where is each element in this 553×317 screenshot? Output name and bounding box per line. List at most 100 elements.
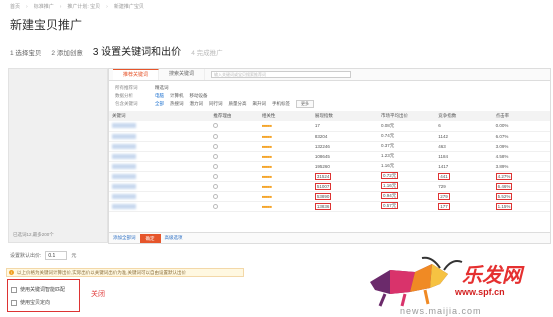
avg-bid-cell: 1.23元 bbox=[377, 151, 436, 162]
table-row[interactable]: ■■■■■ 53890 0.94元 279 5.52% bbox=[109, 191, 550, 202]
step-indicator: 1 选择宝贝 2 添加创意 3 设置关键词和出价 4 完成推广 bbox=[10, 43, 223, 58]
radio-icon bbox=[213, 123, 219, 129]
relevance-cell: ■■■■■ bbox=[258, 191, 312, 202]
ctr-cell: 3.89% bbox=[492, 161, 550, 172]
relevance-cell: ■■■■■ bbox=[258, 201, 312, 212]
smart-match-option[interactable]: 使用关键词智能匹配 bbox=[11, 283, 76, 296]
highlighted-value: 4.27% bbox=[495, 172, 513, 180]
breadcrumb-item[interactable]: 首页 bbox=[10, 3, 20, 10]
checkbox[interactable] bbox=[11, 286, 17, 293]
column-header-reason[interactable]: 推荐理由 bbox=[210, 111, 259, 121]
avg-bid-cell: 0.72元 bbox=[377, 171, 436, 182]
radio-icon bbox=[213, 163, 219, 169]
keyword-cell[interactable] bbox=[109, 181, 211, 192]
relevance-stars-icon: ■■■■■ bbox=[261, 203, 272, 209]
reason-cell bbox=[210, 131, 259, 142]
keyword-cell[interactable] bbox=[109, 191, 211, 202]
site-watermark: 乐发网 www.spf.cn news.maijia.com bbox=[360, 252, 553, 317]
avg-bid-cell: 0.37元 bbox=[377, 141, 436, 152]
warning-icon: ! bbox=[9, 270, 14, 275]
filter-label: 数据分析 bbox=[115, 93, 133, 98]
table-header-row: 关键词 推荐理由 相关性 展现指数 市场平均出价 竞争指数 点击率 bbox=[109, 111, 550, 121]
table-row[interactable]: ■■■■■ 83204 0.74元 1142 6.07% bbox=[109, 131, 550, 142]
column-header-relevance[interactable]: 相关性 bbox=[259, 111, 312, 121]
filter-option[interactable]: 同行词 bbox=[209, 101, 223, 107]
breadcrumb-item[interactable]: 标准推广 bbox=[26, 3, 54, 10]
filter-row: 包含关键词 全部 热搜词 潜力词 同行词 质量分高 飙升词 手机标签 更多 bbox=[115, 100, 544, 108]
tab-search-keywords[interactable]: 搜索关键词 bbox=[159, 69, 206, 80]
filter-option[interactable]: 计算机 bbox=[170, 93, 184, 99]
competition-cell: 463 bbox=[435, 141, 493, 152]
impressions-cell: 108645 bbox=[311, 151, 378, 162]
item-targeting-option[interactable]: 使用宝贝定向 bbox=[11, 296, 76, 309]
highlighted-value: 0.72元 bbox=[380, 172, 399, 179]
competition-cell: 1142 bbox=[435, 131, 493, 142]
table-row[interactable]: ■■■■■ 31524 0.72元 441 4.27% bbox=[109, 171, 550, 182]
relevance-cell: ■■■■■ bbox=[258, 161, 312, 172]
column-header-ctr[interactable]: 点击率 bbox=[493, 111, 550, 121]
blurred-keyword bbox=[112, 153, 136, 159]
filter-option[interactable]: 移动设备 bbox=[190, 93, 208, 99]
default-bid-input[interactable]: 0.1 bbox=[45, 251, 68, 260]
warning-text: 以上价格为关键词计算出价,实际出价以关键词出价为准,关键词可以自由设置默认出价 bbox=[17, 270, 186, 275]
competition-cell: 6 bbox=[435, 121, 493, 132]
advanced-options-link[interactable]: 高级选项 bbox=[165, 235, 183, 241]
column-header-avg-bid[interactable]: 市场平均出价 bbox=[378, 111, 435, 121]
relevance-stars-icon: ■■■■■ bbox=[261, 123, 272, 129]
column-header-competition[interactable]: 竞争指数 bbox=[435, 111, 492, 121]
table-row[interactable]: ■■■■■ 13836 0.57元 177 1.15% bbox=[109, 201, 550, 212]
blurred-keyword bbox=[112, 203, 136, 209]
highlighted-value: 177 bbox=[438, 202, 450, 210]
column-header-keyword[interactable]: 关键词 bbox=[109, 111, 210, 121]
bid-unit: 元 bbox=[71, 253, 77, 259]
confirm-button[interactable]: 确定 bbox=[139, 233, 161, 243]
breadcrumb-item[interactable]: 推广计划: 宝贝 bbox=[60, 3, 100, 10]
tab-bar: 推荐关键词 搜索关键词 输入关键词或宝贝搜索推荐词 bbox=[109, 69, 550, 81]
filter-option[interactable]: 潜力词 bbox=[190, 101, 204, 107]
filter-option[interactable]: 质量分高 bbox=[229, 101, 247, 107]
filter-option[interactable]: 热搜词 bbox=[170, 101, 184, 107]
table-row[interactable]: ■■■■■ 108645 1.23元 1184 4.58% bbox=[109, 151, 550, 162]
keyword-cell[interactable] bbox=[109, 131, 211, 142]
relevance-cell: ■■■■■ bbox=[258, 171, 312, 182]
radio-icon bbox=[213, 173, 219, 179]
keyword-cell[interactable] bbox=[109, 151, 211, 162]
add-all-keywords-link[interactable]: 添加全部词 bbox=[113, 235, 136, 241]
blurred-keyword bbox=[112, 163, 136, 169]
ctr-cell: 0.00% bbox=[492, 121, 550, 132]
keyword-cell[interactable] bbox=[109, 201, 211, 212]
filter-option[interactable]: 手机标签 bbox=[272, 101, 290, 107]
impressions-cell: 13836 bbox=[311, 201, 378, 212]
checkbox[interactable] bbox=[11, 299, 17, 306]
reason-cell bbox=[210, 201, 259, 212]
filter-option[interactable]: 飙升词 bbox=[253, 101, 267, 107]
step-add-creative: 2 添加创意 bbox=[51, 50, 83, 57]
tab-recommended-keywords[interactable]: 推荐关键词 bbox=[113, 69, 160, 80]
keyword-cell[interactable] bbox=[109, 161, 211, 172]
more-filters-button[interactable]: 更多 bbox=[296, 100, 314, 108]
highlighted-value: 0.94元 bbox=[380, 192, 399, 199]
keyword-search-input[interactable]: 输入关键词或宝贝搜索推荐词 bbox=[211, 71, 352, 78]
filter-option[interactable]: 电脑 bbox=[155, 93, 164, 99]
watermark-brand: 乐发网 bbox=[462, 263, 522, 287]
table-row[interactable]: ■■■■■ 132246 0.37元 463 3.09% bbox=[109, 141, 550, 152]
impressions-cell: 195260 bbox=[311, 161, 378, 172]
keyword-cell[interactable] bbox=[109, 171, 211, 182]
highlighted-value: 1.15% bbox=[495, 202, 513, 210]
filter-option[interactable]: 精选词 bbox=[155, 85, 169, 91]
filter-option[interactable]: 全部 bbox=[155, 101, 164, 107]
column-header-impressions[interactable]: 展现指数 bbox=[312, 111, 378, 121]
table-row[interactable]: ■■■■■ 17 0.08元 6 0.00% bbox=[109, 121, 550, 132]
radio-icon bbox=[213, 133, 219, 139]
keyword-cell[interactable] bbox=[109, 121, 211, 132]
table-row[interactable]: ■■■■■ 195260 1.16元 1417 3.89% bbox=[109, 161, 550, 172]
selected-keywords-panel[interactable]: 已选词12,最多200个 bbox=[8, 68, 108, 243]
relevance-cell: ■■■■■ bbox=[258, 151, 312, 162]
relevance-stars-icon: ■■■■■ bbox=[261, 173, 272, 179]
table-row[interactable]: ■■■■■ 51007 1.16元 729 6.46% bbox=[109, 181, 550, 192]
avg-bid-cell: 1.16元 bbox=[377, 181, 436, 192]
checkbox-label: 使用关键词智能匹配 bbox=[20, 287, 66, 293]
keyword-cell[interactable] bbox=[109, 141, 211, 152]
highlighted-value: 6.46% bbox=[495, 182, 513, 190]
filter-label: 包含关键词 bbox=[115, 101, 138, 106]
